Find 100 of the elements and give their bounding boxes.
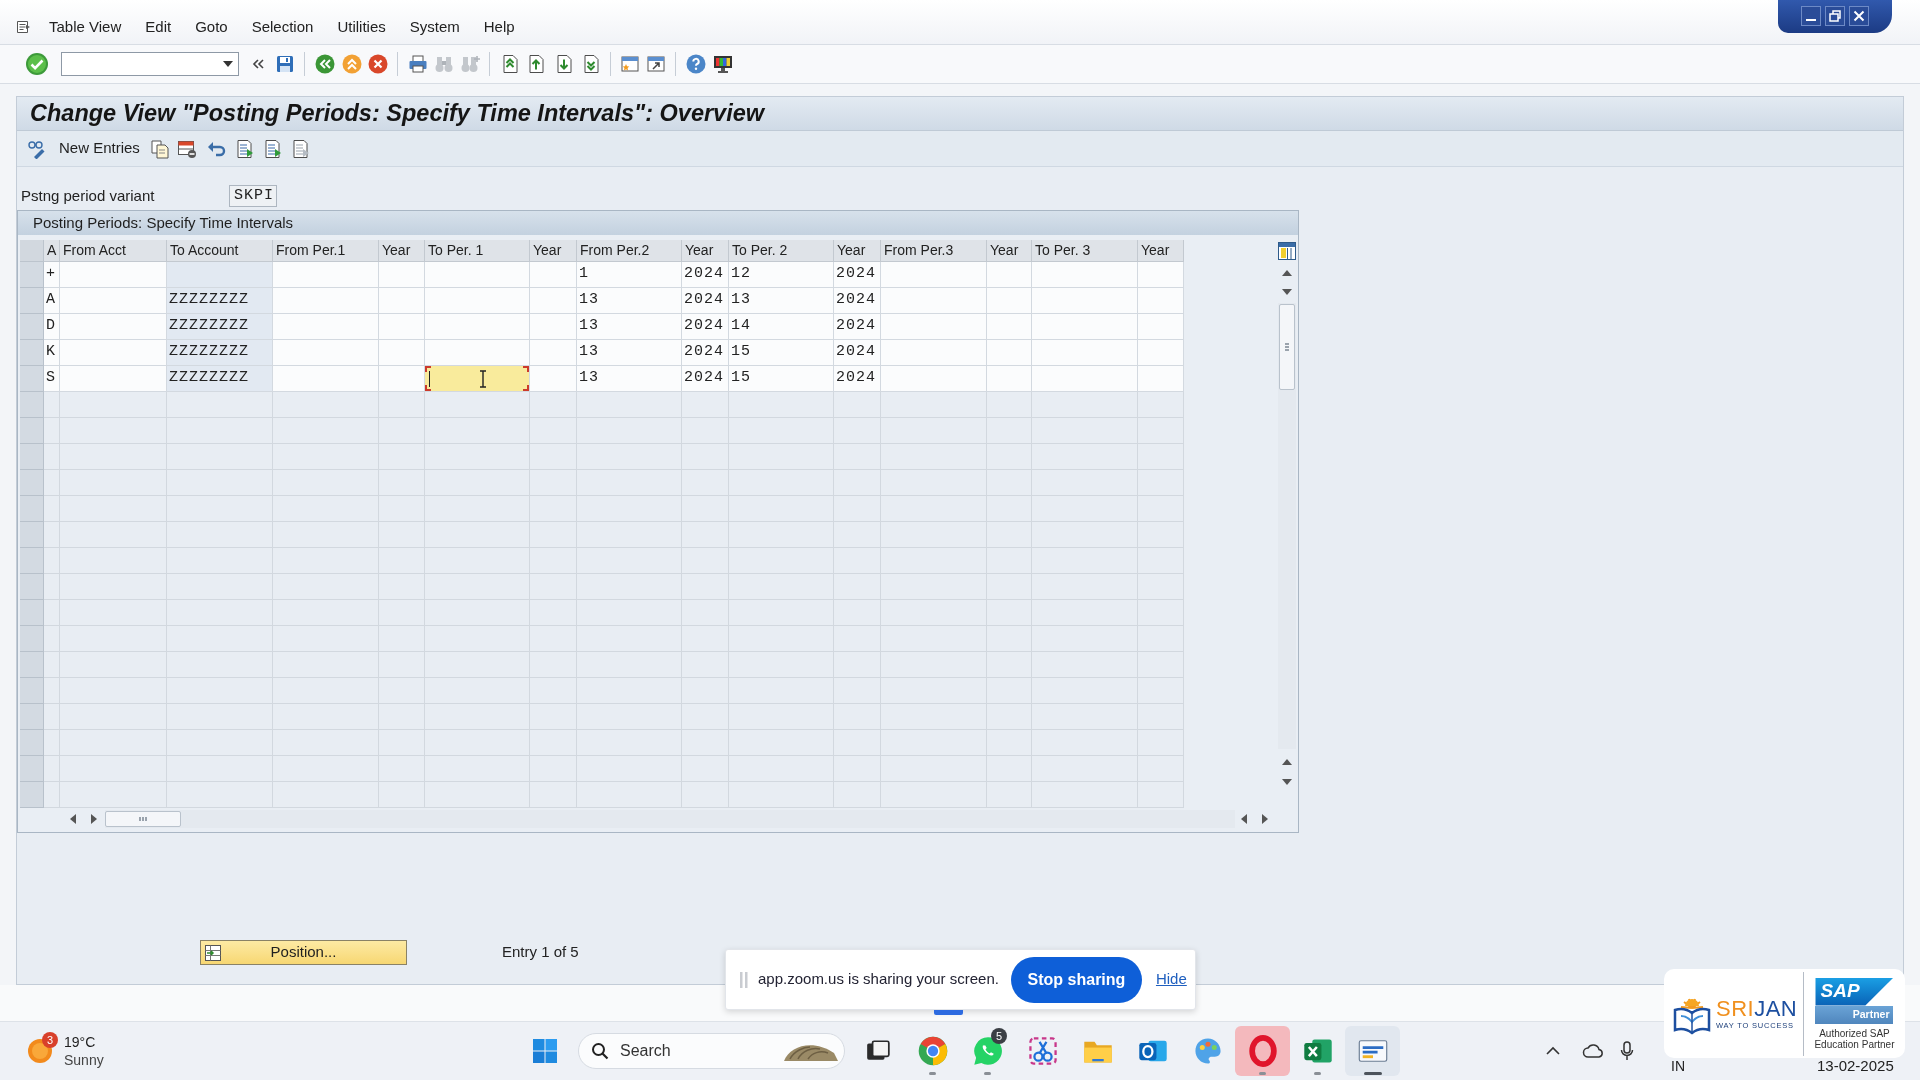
table-cell[interactable]: 13 [577, 340, 682, 366]
browser-icon[interactable] [916, 1035, 949, 1067]
arrow-left-icon[interactable] [1241, 814, 1247, 824]
table-cell[interactable] [425, 366, 530, 392]
table-cell[interactable]: 2024 [834, 366, 881, 392]
table-cell[interactable]: A [44, 288, 60, 314]
save-icon[interactable] [275, 54, 295, 74]
command-field[interactable] [61, 52, 239, 76]
menu-item[interactable]: Table View [49, 15, 122, 39]
table-cell[interactable] [1032, 366, 1138, 392]
table-cell[interactable] [530, 366, 577, 392]
table-cell[interactable]: 2024 [682, 288, 729, 314]
table-cell[interactable] [881, 288, 987, 314]
print-icon[interactable] [408, 54, 428, 74]
column-header[interactable]: To Per. 3 [1032, 240, 1138, 262]
menu-item[interactable]: Help [483, 15, 515, 39]
table-cell[interactable]: D [44, 314, 60, 340]
table-cell[interactable] [273, 340, 379, 366]
table-cell[interactable] [1032, 288, 1138, 314]
table-cell[interactable] [425, 262, 530, 288]
table-cell[interactable] [425, 288, 530, 314]
table-cell[interactable] [60, 314, 167, 340]
table-cell[interactable] [987, 262, 1032, 288]
column-header[interactable]: From Per.2 [577, 240, 682, 262]
row-selector[interactable] [20, 366, 44, 392]
table-cell[interactable] [273, 314, 379, 340]
page-arrow-icon[interactable] [500, 54, 520, 74]
menu-item[interactable]: System [409, 15, 460, 39]
table-cell[interactable]: 13 [577, 314, 682, 340]
table-cell[interactable] [379, 366, 425, 392]
arrow-up-icon[interactable] [1281, 759, 1292, 765]
table-cell[interactable]: 14 [729, 314, 834, 340]
table-cell[interactable] [881, 366, 987, 392]
row-selector[interactable] [20, 262, 44, 288]
table-cell[interactable]: ZZZZZZZZ [167, 366, 273, 392]
column-header[interactable]: Year [1138, 240, 1184, 262]
table-cell[interactable] [1138, 314, 1184, 340]
variant-field[interactable]: SKPI [229, 185, 277, 207]
table-cell[interactable] [987, 366, 1032, 392]
arrow-left-icon[interactable] [70, 814, 76, 824]
taskbar-app[interactable]: 5 [960, 1026, 1015, 1076]
table-cell[interactable]: 12 [729, 262, 834, 288]
table-cell[interactable]: 2024 [834, 340, 881, 366]
table-cell[interactable] [1032, 314, 1138, 340]
table-cell[interactable]: 15 [729, 366, 834, 392]
table-cell[interactable] [1138, 288, 1184, 314]
table-cell[interactable] [1032, 262, 1138, 288]
table-cell[interactable] [60, 366, 167, 392]
glasses-pencil-icon[interactable] [27, 138, 47, 159]
table-cell[interactable] [273, 262, 379, 288]
menu-item[interactable]: Selection [251, 15, 314, 39]
position-button[interactable]: Position... [200, 940, 407, 965]
column-header[interactable]: Year [682, 240, 729, 262]
table-cell[interactable] [530, 314, 577, 340]
restore-icon[interactable] [1825, 5, 1845, 26]
table-cell[interactable]: 1 [577, 262, 682, 288]
table-cell[interactable]: ZZZZZZZZ [167, 340, 273, 366]
page-arrow-icon[interactable] [554, 54, 574, 74]
table-cell[interactable] [1138, 340, 1184, 366]
arrow-right-icon[interactable] [1262, 814, 1268, 824]
column-header[interactable]: A [44, 240, 60, 262]
table-cell[interactable]: K [44, 340, 60, 366]
column-header[interactable]: From Acct [60, 240, 167, 262]
hide-link[interactable]: Hide [1155, 968, 1187, 991]
table-cell[interactable] [60, 288, 167, 314]
table-cell[interactable]: 2024 [682, 314, 729, 340]
table-cell[interactable] [60, 340, 167, 366]
stop-sharing-button[interactable]: Stop sharing [1010, 956, 1142, 1003]
table-cell[interactable] [379, 262, 425, 288]
table-cell[interactable] [530, 288, 577, 314]
menu-item[interactable]: Edit [145, 15, 172, 39]
list-page-icon[interactable] [234, 138, 255, 159]
table-cell[interactable] [987, 340, 1032, 366]
table-cell[interactable]: + [44, 262, 60, 288]
table-cell[interactable] [1138, 366, 1184, 392]
column-header[interactable]: Year [530, 240, 577, 262]
column-header[interactable]: To Account [167, 240, 273, 262]
vertical-scrollbar[interactable] [1277, 303, 1296, 749]
table-cell[interactable] [1032, 340, 1138, 366]
table-cell[interactable] [881, 262, 987, 288]
search-field[interactable]: Search [578, 1033, 845, 1069]
table-cell[interactable]: 2024 [834, 288, 881, 314]
list-page-icon[interactable] [290, 138, 311, 159]
close-icon[interactable] [1849, 5, 1869, 26]
column-header[interactable]: Year [987, 240, 1032, 262]
menu-icon[interactable] [16, 19, 32, 35]
arrow-down-icon[interactable] [1281, 289, 1292, 295]
column-header[interactable]: To Per. 1 [425, 240, 530, 262]
double-chevron-icon[interactable] [252, 58, 264, 70]
share-indicator-tab[interactable] [934, 1010, 963, 1015]
table-cell[interactable]: 13 [577, 288, 682, 314]
row-selector[interactable] [20, 288, 44, 314]
table-cell[interactable] [273, 366, 379, 392]
start-icon[interactable] [532, 1038, 558, 1064]
table-cell[interactable]: 15 [729, 340, 834, 366]
table-cell[interactable]: 2024 [834, 314, 881, 340]
table-cell[interactable]: 2024 [682, 366, 729, 392]
cloud-icon[interactable] [1582, 1043, 1604, 1059]
table-cell[interactable] [881, 340, 987, 366]
arrow-up-icon[interactable] [1281, 270, 1292, 276]
